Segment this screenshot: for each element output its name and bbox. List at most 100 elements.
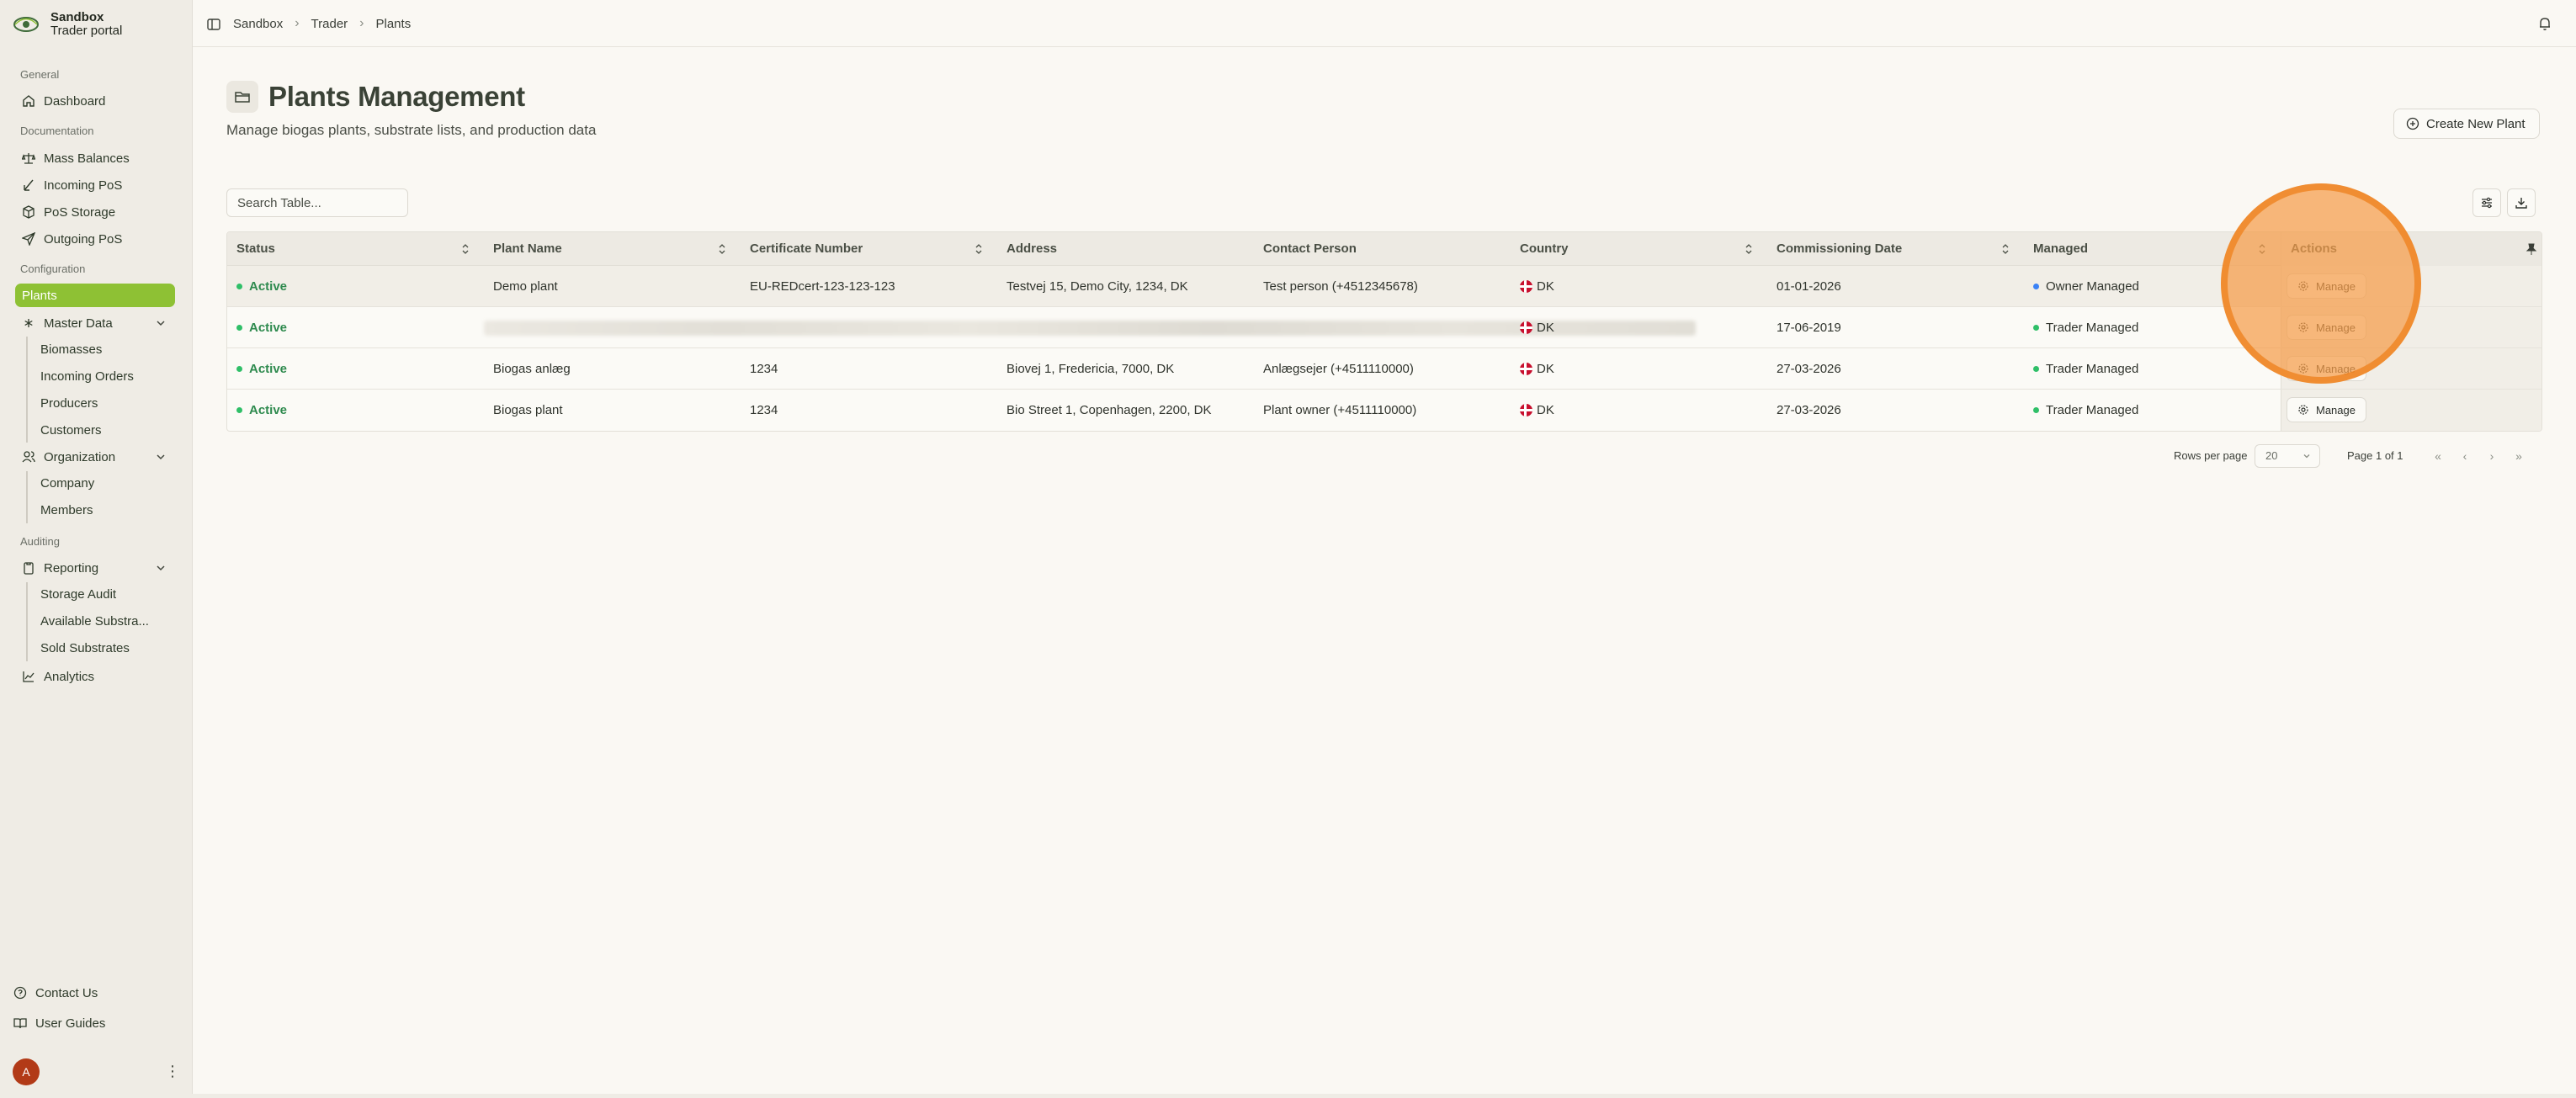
status-text: Active: [249, 279, 288, 294]
plus-circle-icon: [2406, 117, 2419, 130]
sort-icon[interactable]: [716, 243, 728, 255]
cell-commissioning-date: 17-06-2019: [1777, 321, 1841, 335]
sidebar-item-mass-balances[interactable]: Mass Balances: [15, 146, 175, 170]
denmark-flag-icon: [1520, 362, 1532, 375]
breadcrumb-item[interactable]: Sandbox: [233, 17, 283, 31]
cell-country: DK: [1511, 390, 1554, 431]
sidebar-item-sold-substrates[interactable]: Sold Substrates: [40, 638, 130, 660]
last-page-icon[interactable]: »: [2509, 446, 2529, 466]
status-text: Active: [249, 321, 288, 335]
sidebar-item-label: Incoming PoS: [44, 178, 123, 193]
sidebar-item-incoming-orders[interactable]: Incoming Orders: [40, 366, 134, 388]
status-dot: [236, 324, 242, 331]
sidebar-item-label: Contact Us: [35, 985, 98, 1000]
rows-per-page-select[interactable]: 20: [2255, 444, 2320, 468]
manage-button[interactable]: Manage: [2287, 397, 2366, 422]
manage-button[interactable]: Manage: [2287, 273, 2366, 299]
header-label: Commissioning Date: [1777, 241, 1903, 256]
sidebar-item-label: Reporting: [44, 560, 99, 576]
sidebar-item-plants[interactable]: Plants: [15, 284, 175, 307]
brand-name: Sandbox: [50, 10, 104, 24]
sidebar-item-outgoing-pos[interactable]: Outgoing PoS: [15, 227, 175, 251]
column-header-status[interactable]: Status: [227, 232, 484, 266]
main-panel: Sandbox › Trader › Plants Plants Managem…: [192, 0, 2576, 1094]
sidebar-item-label: Analytics: [44, 669, 95, 684]
brand[interactable]: Sandbox Trader portal: [12, 10, 122, 39]
country-code: DK: [1537, 321, 1554, 335]
page-header: Plants Management: [226, 81, 525, 113]
first-page-icon[interactable]: «: [2428, 446, 2448, 466]
header-label: Status: [236, 241, 275, 256]
previous-page-icon[interactable]: ‹: [2455, 446, 2475, 466]
status-text: Active: [249, 362, 288, 376]
sidebar-item-available-substrates[interactable]: Available Substra...: [40, 611, 149, 633]
sidebar-item-label: Master Data: [44, 316, 113, 331]
sidebar-item-analytics[interactable]: Analytics: [15, 665, 175, 688]
sidebar-item-contact-us[interactable]: Contact Us: [7, 981, 167, 1005]
sidebar-item-members[interactable]: Members: [40, 500, 93, 522]
sort-icon[interactable]: [459, 243, 471, 255]
sort-icon[interactable]: [1743, 243, 1755, 255]
pin-icon[interactable]: [2525, 242, 2538, 256]
avatar[interactable]: A: [13, 1058, 40, 1085]
cell-managed: Trader Managed: [2024, 348, 2138, 390]
submenu-rail: [26, 582, 28, 661]
sort-icon[interactable]: [2256, 243, 2268, 255]
sidebar-item-company[interactable]: Company: [40, 473, 94, 495]
sidebar-item-customers[interactable]: Customers: [40, 420, 102, 442]
asterisk-icon: [24, 319, 33, 327]
sort-icon[interactable]: [973, 243, 985, 255]
home-icon: [23, 95, 35, 107]
download-button[interactable]: [2507, 188, 2536, 217]
next-page-icon[interactable]: ›: [2482, 446, 2502, 466]
cell-managed: Trader Managed: [2024, 307, 2138, 348]
sidebar-item-organization[interactable]: Organization: [15, 445, 175, 469]
denmark-flag-icon: [1520, 279, 1532, 293]
search-input[interactable]: [226, 188, 408, 217]
sidebar-item-label: Dashboard: [44, 93, 106, 109]
cell-contact-person: Test person (+4512345678): [1263, 279, 1418, 294]
sidebar-item-incoming-pos[interactable]: Incoming PoS: [15, 173, 175, 197]
create-new-plant-button[interactable]: Create New Plant: [2393, 109, 2540, 139]
table-row[interactable]: Active Biogas plant 1234 Bio Street 1, C…: [227, 390, 2541, 431]
title-icon-box: [226, 81, 258, 113]
cell-plant-name: Biogas anlæg: [493, 362, 571, 376]
header-label: Certificate Number: [750, 241, 863, 256]
country-code: DK: [1537, 362, 1554, 376]
users-icon: [22, 451, 35, 463]
sidebar-item-pos-storage[interactable]: PoS Storage: [15, 200, 175, 224]
sidebar-item-biomasses[interactable]: Biomasses: [40, 339, 102, 361]
sidebar-item-dashboard[interactable]: Dashboard: [15, 89, 175, 113]
section-label-documentation: Documentation: [20, 125, 94, 137]
submenu-rail: [26, 471, 28, 523]
column-header-address: Address: [997, 232, 1254, 266]
sidebar-item-reporting[interactable]: Reporting: [15, 556, 175, 580]
bell-icon[interactable]: [2537, 16, 2552, 31]
rows-per-page-value: 20: [2265, 449, 2278, 462]
managed-text: Owner Managed: [2046, 279, 2139, 294]
cell-country: DK: [1511, 307, 1554, 348]
sidebar-item-storage-audit[interactable]: Storage Audit: [40, 584, 116, 606]
sidebar-item-user-guides[interactable]: User Guides: [7, 1011, 167, 1035]
sidebar-toggle-icon[interactable]: [206, 17, 221, 32]
sidebar-item-label: Outgoing PoS: [44, 231, 123, 247]
sort-icon[interactable]: [2000, 243, 2011, 255]
table-row[interactable]: Active Demo plant EU-REDcert-123-123-123…: [227, 266, 2541, 307]
cell-address: Bio Street 1, Copenhagen, 2200, DK: [1006, 403, 1212, 417]
table-row[interactable]: Active Biogas anlæg 1234 Biovej 1, Frede…: [227, 348, 2541, 390]
column-header-commissioning-date[interactable]: Commissioning Date: [1767, 232, 2024, 266]
column-header-certificate-number[interactable]: Certificate Number: [741, 232, 997, 266]
column-header-plant-name[interactable]: Plant Name: [484, 232, 741, 266]
manage-button[interactable]: Manage: [2287, 315, 2366, 340]
sidebar-item-producers[interactable]: Producers: [40, 393, 98, 415]
sidebar-item-master-data[interactable]: Master Data: [15, 311, 175, 335]
breadcrumb: Sandbox › Trader › Plants: [233, 16, 411, 31]
page-indicator: Page 1 of 1: [2347, 449, 2403, 462]
table-row[interactable]: Active DK 17-06-2019 Trader Managed Mana…: [227, 307, 2541, 348]
breadcrumb-item[interactable]: Trader: [311, 17, 348, 31]
column-header-country[interactable]: Country: [1511, 232, 1767, 266]
manage-button[interactable]: Manage: [2287, 356, 2366, 381]
column-settings-button[interactable]: [2472, 188, 2501, 217]
more-vertical-icon[interactable]: ⋮: [165, 1064, 180, 1079]
column-header-managed[interactable]: Managed: [2024, 232, 2281, 266]
